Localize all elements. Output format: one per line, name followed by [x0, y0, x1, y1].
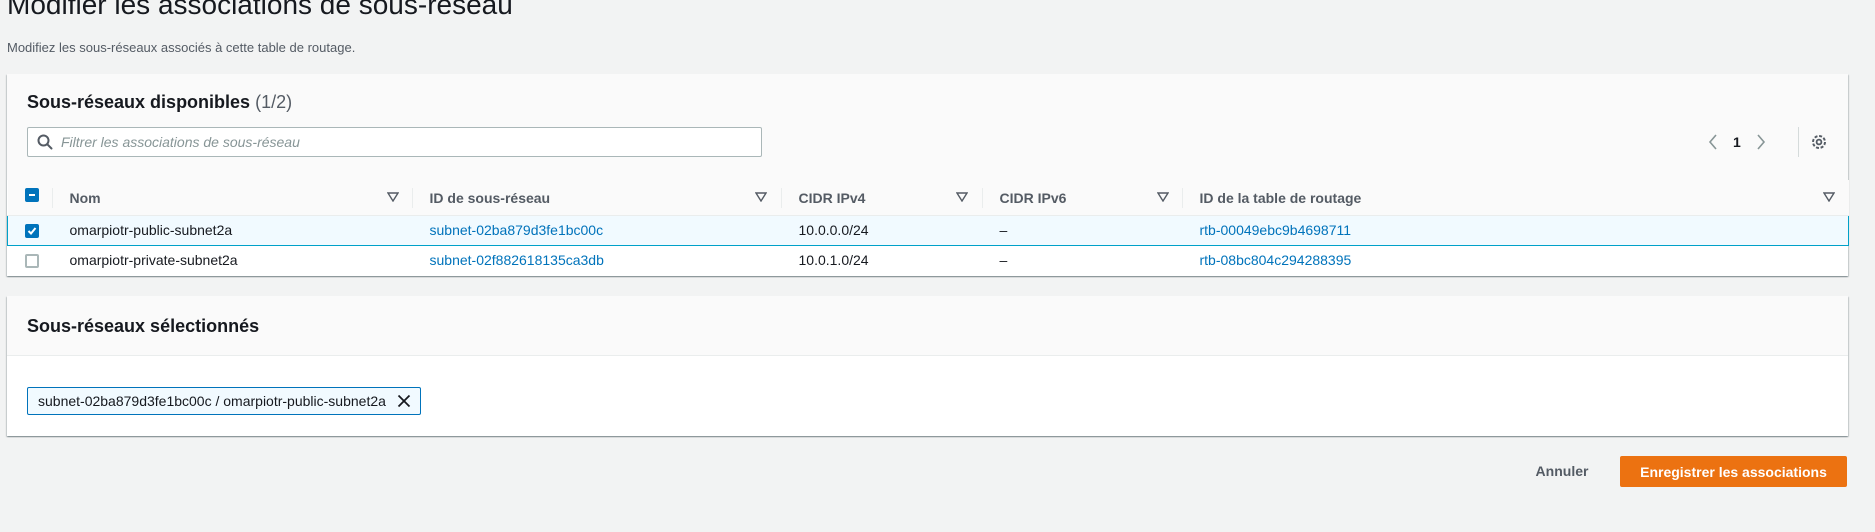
- column-header-cidr-ipv4[interactable]: CIDR IPv4: [781, 180, 983, 216]
- cidr-ipv6: –: [999, 251, 1008, 268]
- close-icon[interactable]: [396, 393, 412, 409]
- row-select-cell[interactable]: [7, 214, 53, 246]
- table-row[interactable]: omarpiotr-private-subnet2a subnet-02f882…: [7, 244, 1849, 275]
- search-icon: [37, 134, 53, 150]
- pager-divider: [1798, 127, 1799, 157]
- select-all-header[interactable]: [7, 180, 53, 216]
- table-header-row: Nom ID de sous-réseau CIDR IPv4 CIDR IPv…: [7, 180, 1849, 216]
- chevron-right-icon[interactable]: [1751, 132, 1771, 152]
- cidr-ipv4: 10.0.1.0/24: [798, 251, 869, 268]
- selected-subnet-token: subnet-02ba879d3fe1bc00c / omarpiotr-pub…: [27, 387, 421, 415]
- subnet-id-link[interactable]: subnet-02ba879d3fe1bc00c: [430, 222, 604, 238]
- row-select-cell[interactable]: [7, 244, 53, 275]
- column-header-cidr-ipv4-label: CIDR IPv4: [798, 190, 866, 206]
- cidr-ipv6: –: [999, 221, 1008, 238]
- subnet-name: omarpiotr-public-subnet2a: [69, 221, 233, 238]
- column-header-name[interactable]: Nom: [52, 180, 413, 216]
- row-checkbox[interactable]: [25, 223, 39, 238]
- column-header-name-label: Nom: [69, 190, 101, 206]
- page-number[interactable]: 1: [1733, 134, 1741, 150]
- cell-subnet-id: subnet-02ba879d3fe1bc00c: [412, 214, 782, 246]
- column-header-cidr-ipv6-label: CIDR IPv6: [999, 190, 1067, 206]
- cell-cidr-ipv6: –: [982, 244, 1183, 275]
- caret-down-icon[interactable]: [1156, 192, 1169, 202]
- cell-cidr-ipv4: 10.0.0.0/24: [781, 214, 983, 246]
- caret-down-icon[interactable]: [386, 192, 399, 202]
- cell-name: omarpiotr-public-subnet2a: [52, 214, 413, 246]
- selected-subnets-header: Sous-réseaux sélectionnés: [7, 296, 1848, 356]
- column-header-subnet-id-label: ID de sous-réseau: [429, 190, 551, 206]
- available-subnets-count: (1/2): [255, 92, 293, 112]
- pagination: 1: [1703, 132, 1771, 152]
- route-table-id-link[interactable]: rtb-08bc804c294288395: [1200, 252, 1352, 268]
- column-header-route-table-id[interactable]: ID de la table de routage: [1182, 180, 1849, 216]
- chevron-left-icon[interactable]: [1703, 132, 1723, 152]
- table-row[interactable]: omarpiotr-public-subnet2a subnet-02ba879…: [7, 214, 1849, 246]
- column-header-cidr-ipv6[interactable]: CIDR IPv6: [982, 180, 1183, 216]
- cell-subnet-id: subnet-02f882618135ca3db: [412, 244, 782, 275]
- save-associations-button[interactable]: Enregistrer les associations: [1620, 456, 1847, 487]
- cell-cidr-ipv4: 10.0.1.0/24: [781, 244, 983, 275]
- available-subnets-panel: Sous-réseaux disponibles (1/2) 1: [7, 74, 1849, 276]
- page-description: Modifiez les sous-réseaux associés à cet…: [7, 40, 356, 55]
- filter-search-box[interactable]: [27, 127, 762, 157]
- subnet-id-link[interactable]: subnet-02f882618135ca3db: [430, 252, 604, 268]
- cell-route-table-id: rtb-00049ebc9b4698711: [1182, 214, 1849, 246]
- subnets-table: Nom ID de sous-réseau CIDR IPv4 CIDR IPv…: [7, 180, 1849, 275]
- cell-cidr-ipv6: –: [982, 214, 1183, 246]
- selected-subnets-title: Sous-réseaux sélectionnés: [27, 316, 260, 336]
- select-all-checkbox[interactable]: [24, 188, 39, 202]
- column-header-route-table-id-label: ID de la table de routage: [1199, 190, 1362, 206]
- cell-route-table-id: rtb-08bc804c294288395: [1182, 244, 1849, 275]
- caret-down-icon[interactable]: [754, 192, 767, 202]
- available-subnets-header: Sous-réseaux disponibles (1/2) 1: [7, 74, 1848, 180]
- selected-subnet-token-label: subnet-02ba879d3fe1bc00c / omarpiotr-pub…: [38, 393, 386, 409]
- cell-name: omarpiotr-private-subnet2a: [52, 244, 413, 275]
- caret-down-icon[interactable]: [1822, 192, 1835, 202]
- page-title: Modifier les associations de sous-réseau: [7, 0, 513, 20]
- available-subnets-title: Sous-réseaux disponibles (1/2): [27, 92, 292, 113]
- column-header-subnet-id[interactable]: ID de sous-réseau: [412, 180, 782, 216]
- subnet-name: omarpiotr-private-subnet2a: [69, 251, 238, 268]
- gear-icon[interactable]: [1808, 131, 1830, 153]
- available-subnets-title-text: Sous-réseaux disponibles: [27, 92, 251, 112]
- filter-search-input[interactable]: [61, 128, 751, 156]
- cancel-button[interactable]: Annuler: [1520, 455, 1604, 487]
- row-checkbox[interactable]: [24, 253, 39, 268]
- selected-subnets-panel: Sous-réseaux sélectionnés subnet-02ba879…: [7, 296, 1848, 436]
- cidr-ipv4: 10.0.0.0/24: [798, 221, 869, 238]
- route-table-id-link[interactable]: rtb-00049ebc9b4698711: [1200, 222, 1352, 238]
- caret-down-icon[interactable]: [955, 192, 968, 202]
